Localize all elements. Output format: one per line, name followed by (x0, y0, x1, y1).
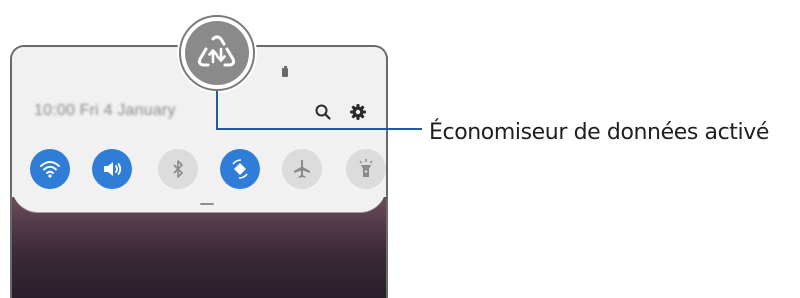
callout-label: Économiseur de données activé (429, 120, 769, 145)
callout-leader-line-horizontal (216, 128, 422, 130)
data-saver-icon (197, 35, 236, 67)
bluetooth-toggle[interactable] (158, 149, 198, 189)
quick-settings-toggles (30, 149, 386, 189)
auto-rotate-icon (232, 159, 248, 179)
callout-magnifier (179, 15, 255, 91)
volume-icon (104, 162, 122, 176)
airplane-mode-icon (294, 160, 310, 178)
battery-icon (282, 66, 288, 77)
panel-drag-handle[interactable] (200, 203, 214, 205)
bluetooth-icon (173, 160, 183, 178)
search-icon[interactable] (312, 101, 334, 123)
wifi-toggle[interactable] (30, 149, 70, 189)
flashlight-toggle[interactable] (346, 149, 386, 189)
data-saver-icon-circle (185, 21, 249, 85)
wifi-icon (40, 161, 60, 178)
auto-rotate-toggle[interactable] (220, 149, 260, 189)
flashlight-icon (359, 159, 373, 177)
sound-toggle[interactable] (92, 149, 132, 189)
callout-leader-line (216, 91, 218, 130)
date-time-label: 10:00 Fri 4 January (34, 102, 176, 119)
airplane-mode-toggle[interactable] (282, 149, 322, 189)
gear-icon[interactable] (347, 101, 369, 123)
